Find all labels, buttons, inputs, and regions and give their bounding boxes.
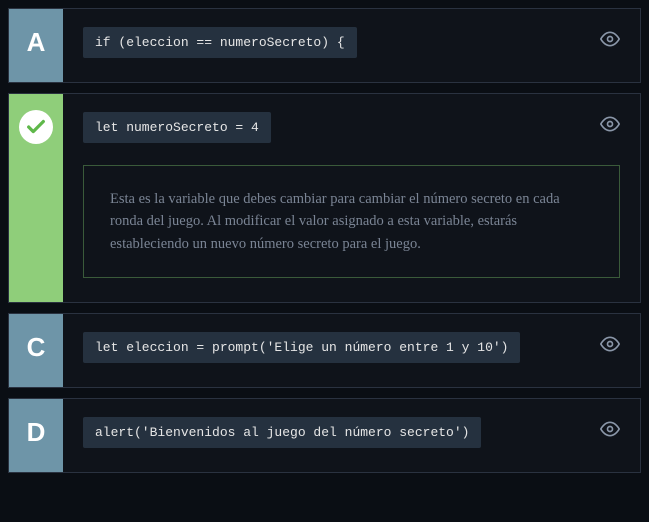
option-b[interactable]: let numeroSecreto = 4 Esta es la variabl…: [8, 93, 641, 303]
code-snippet: let eleccion = prompt('Elige un número e…: [83, 332, 520, 363]
option-body: alert('Bienvenidos al juego del número s…: [63, 399, 640, 472]
code-snippet: alert('Bienvenidos al juego del número s…: [83, 417, 481, 448]
checkmark-icon: [19, 110, 53, 144]
code-snippet: if (eleccion == numeroSecreto) {: [83, 27, 357, 58]
letter-label: A: [27, 27, 46, 58]
explanation-text: Esta es la variable que debes cambiar pa…: [110, 191, 560, 252]
option-letter-a: A: [9, 9, 63, 82]
option-letter-d: D: [9, 399, 63, 472]
eye-icon[interactable]: [600, 419, 620, 444]
option-a[interactable]: A if (eleccion == numeroSecreto) {: [8, 8, 641, 83]
explanation-box: Esta es la variable que debes cambiar pa…: [83, 165, 620, 278]
eye-icon[interactable]: [600, 29, 620, 54]
option-letter-c: C: [9, 314, 63, 387]
eye-icon[interactable]: [600, 114, 620, 139]
option-body: if (eleccion == numeroSecreto) {: [63, 9, 640, 82]
option-d[interactable]: D alert('Bienvenidos al juego del número…: [8, 398, 641, 473]
letter-label: D: [27, 417, 46, 448]
option-letter-b: [9, 94, 63, 302]
letter-label: C: [27, 332, 46, 363]
option-c[interactable]: C let eleccion = prompt('Elige un número…: [8, 313, 641, 388]
eye-icon[interactable]: [600, 334, 620, 359]
option-body: let numeroSecreto = 4 Esta es la variabl…: [63, 94, 640, 302]
code-snippet: let numeroSecreto = 4: [83, 112, 271, 143]
option-body: let eleccion = prompt('Elige un número e…: [63, 314, 640, 387]
